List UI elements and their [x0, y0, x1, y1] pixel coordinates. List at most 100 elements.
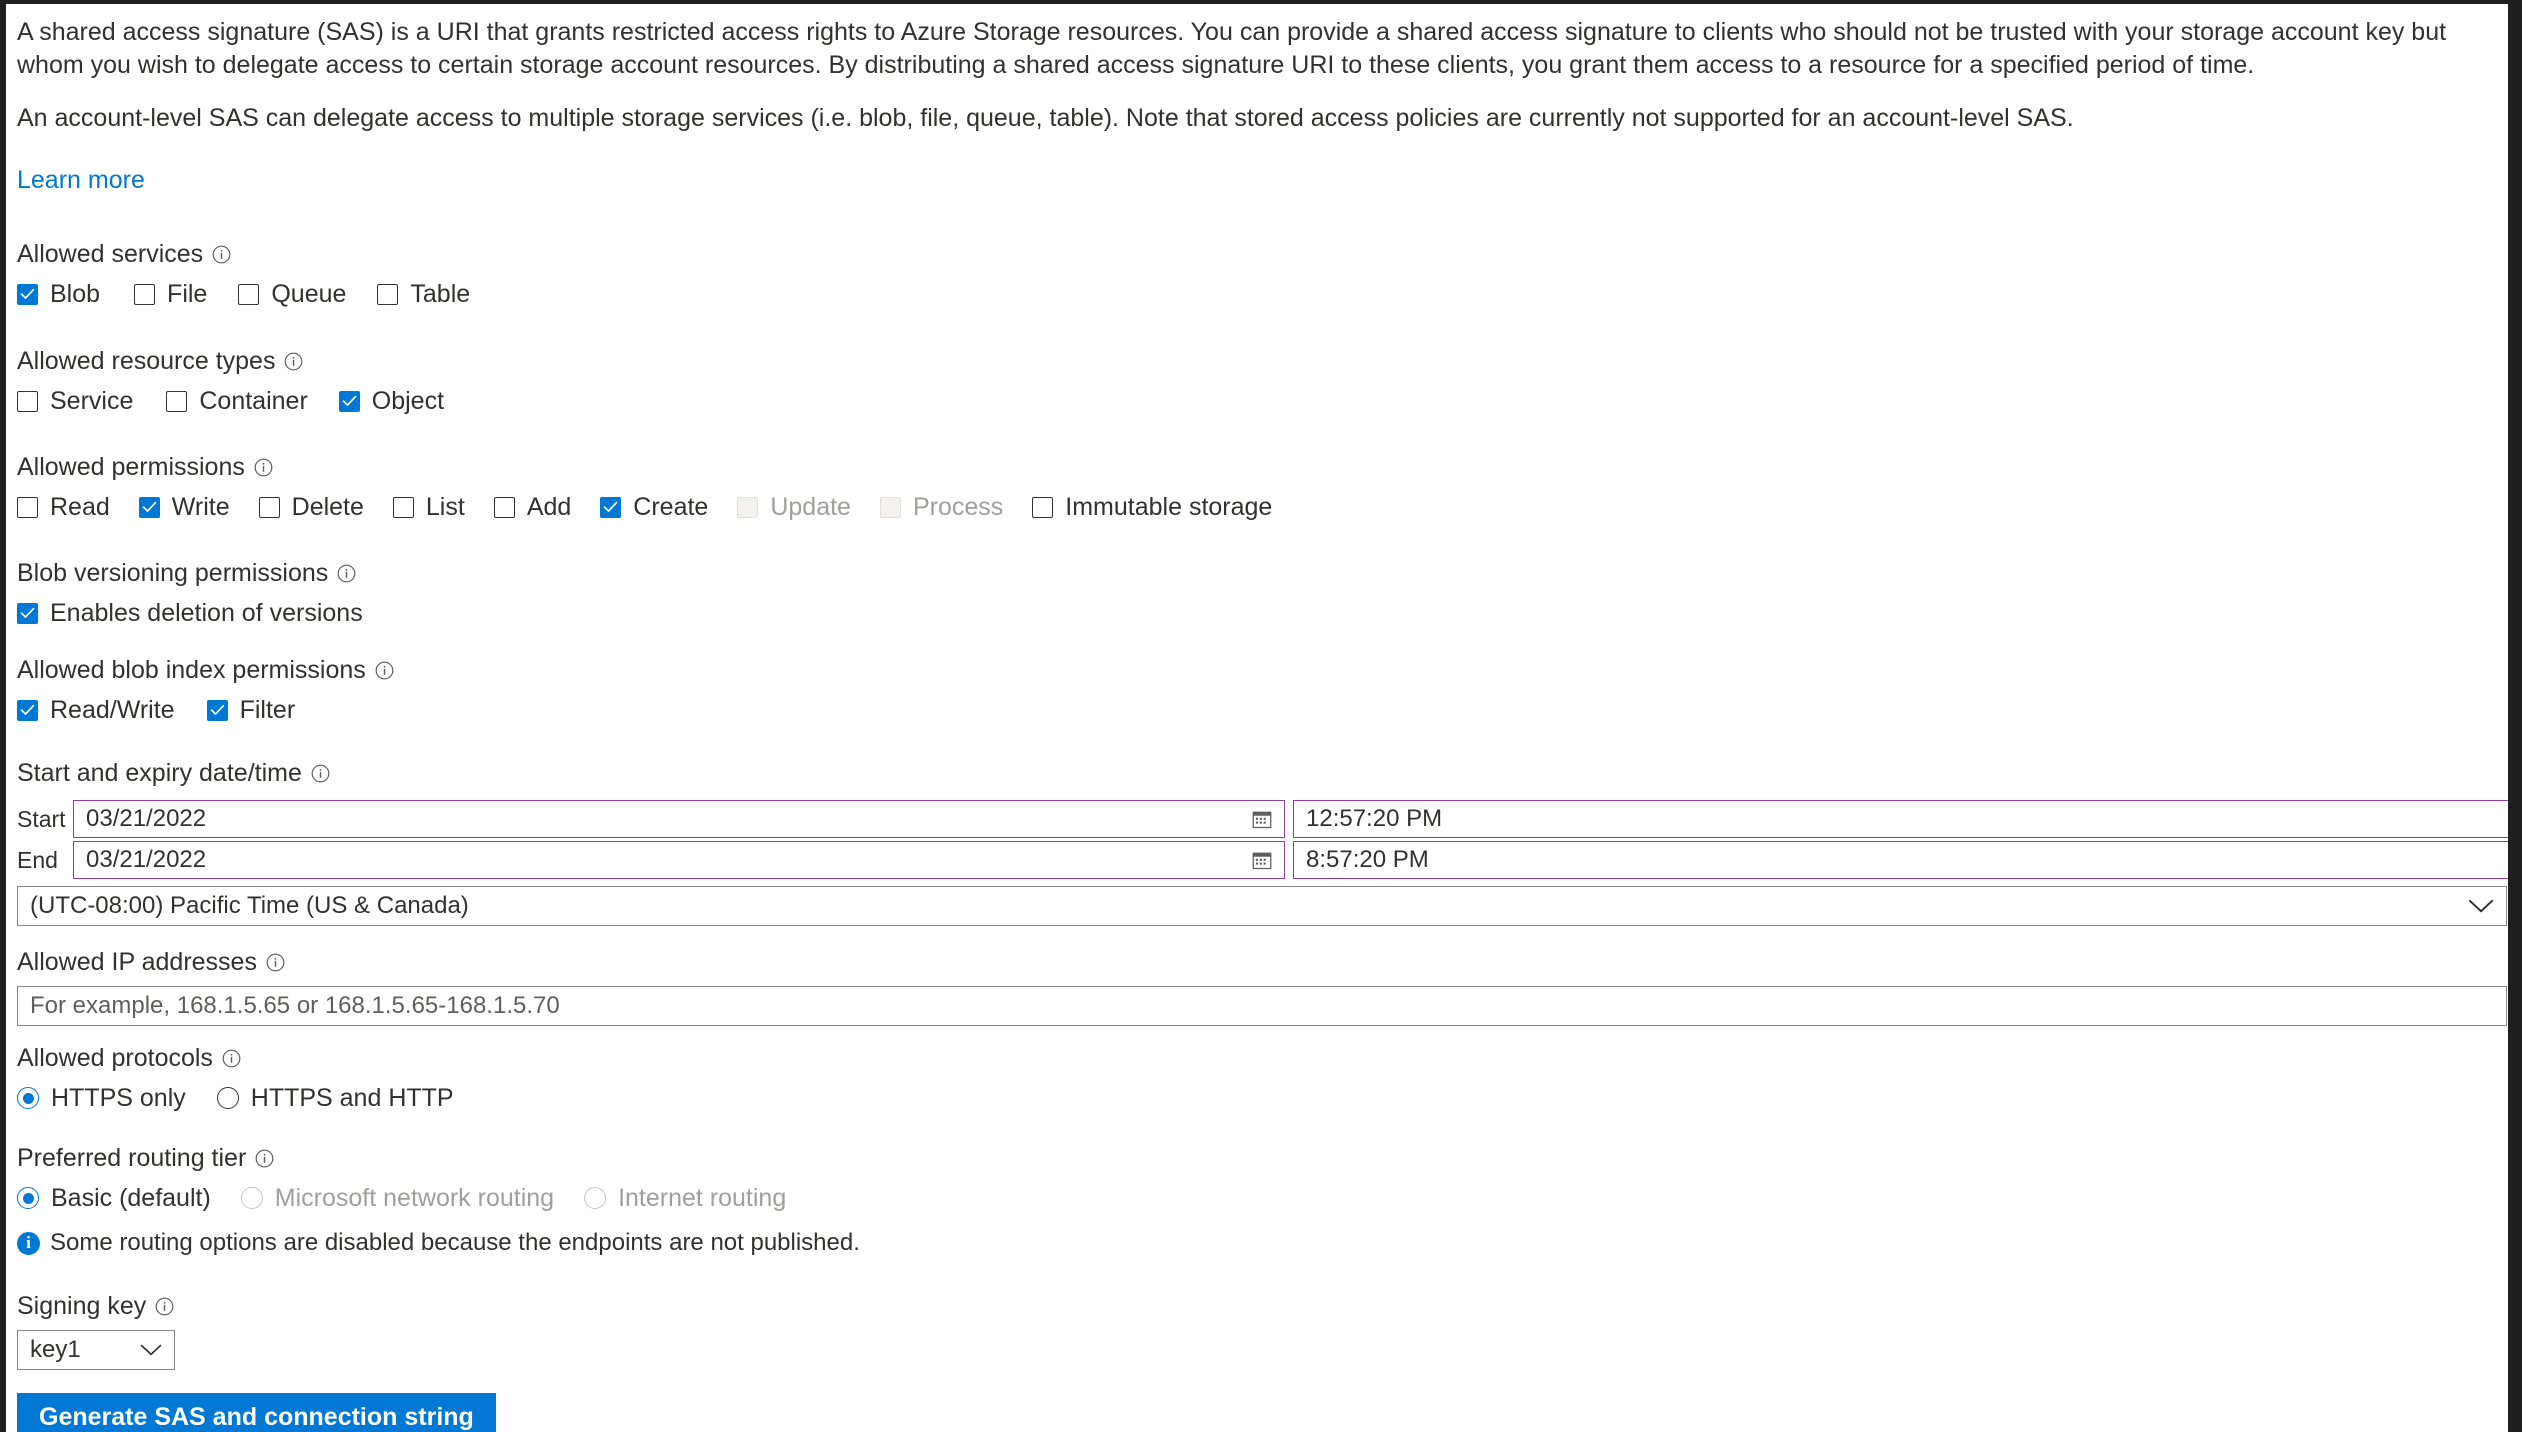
signing-key-value: key1: [30, 1336, 81, 1363]
checkbox-add[interactable]: Add: [493, 493, 572, 521]
checkbox-create-box[interactable]: [600, 496, 622, 518]
allowed-protocols-options: HTTPS only HTTPS and HTTP: [17, 1084, 454, 1112]
blob-versioning-permissions-options: Enables deletion of versions: [17, 599, 363, 627]
blob-versioning-permissions-label: Blob versioning permissions: [17, 559, 329, 587]
checkbox-object-box[interactable]: [338, 390, 360, 412]
signing-key-select[interactable]: key1: [17, 1330, 175, 1370]
checkbox-table-box[interactable]: [377, 283, 399, 305]
checkbox-service[interactable]: Service: [17, 387, 133, 415]
checkbox-immutable-storage[interactable]: Immutable storage: [1032, 493, 1272, 521]
start-time-input[interactable]: 12:57:20 PM: [1293, 800, 2508, 838]
learn-more-link[interactable]: Learn more: [17, 166, 145, 195]
checkbox-filter[interactable]: Filter: [206, 696, 296, 724]
end-date-input[interactable]: 03/21/2022: [73, 841, 1285, 879]
checkbox-create[interactable]: Create: [600, 493, 708, 521]
start-datetime-row: Start 03/21/2022 12:57:20 PM: [17, 799, 2508, 839]
checkbox-enables-deletion-of-versions[interactable]: Enables deletion of versions: [17, 599, 363, 627]
info-icon[interactable]: [266, 953, 285, 972]
info-icon[interactable]: [222, 1049, 241, 1068]
blob-versioning-permissions-label-row: Blob versioning permissions: [17, 559, 363, 587]
info-icon[interactable]: [337, 564, 356, 583]
allowed-protocols-section: Allowed protocols HTTPS only HTTPS and H…: [17, 1044, 454, 1112]
checkbox-immutable-storage-box[interactable]: [1032, 496, 1054, 518]
checkbox-read-write-box[interactable]: [17, 699, 38, 721]
chevron-down-icon: [2468, 898, 2494, 914]
checkbox-update-box: [737, 496, 759, 518]
info-icon[interactable]: [311, 764, 330, 783]
start-prefix-label: Start: [17, 805, 66, 832]
checkbox-service-box[interactable]: [17, 390, 38, 412]
allowed-ip-input[interactable]: For example, 168.1.5.65 or 168.1.5.65-16…: [17, 986, 2507, 1026]
info-icon[interactable]: [254, 458, 273, 477]
checkbox-queue[interactable]: Queue: [238, 280, 346, 308]
radio-https-and-http[interactable]: HTTPS and HTTP: [216, 1084, 454, 1112]
checkbox-read-label: Read: [50, 493, 110, 521]
info-icon[interactable]: [375, 661, 394, 680]
end-datetime-row: End 03/21/2022 8:57:20 PM: [17, 840, 2508, 880]
checkbox-delete-box[interactable]: [258, 496, 280, 518]
checkbox-delete[interactable]: Delete: [258, 493, 364, 521]
checkbox-queue-label: Queue: [271, 280, 347, 308]
checkbox-container[interactable]: Container: [166, 387, 308, 415]
radio-https-and-http-label: HTTPS and HTTP: [250, 1084, 454, 1112]
preferred-routing-tier-section: Preferred routing tier Basic (default) M…: [17, 1144, 860, 1257]
info-icon[interactable]: [284, 352, 303, 371]
checkbox-process: Process: [879, 493, 1003, 521]
calendar-icon[interactable]: [1251, 850, 1272, 871]
allowed-blob-index-permissions-label-row: Allowed blob index permissions: [17, 656, 394, 684]
checkbox-read[interactable]: Read: [17, 493, 110, 521]
checkbox-delete-label: Delete: [291, 493, 364, 521]
checkbox-add-label: Add: [526, 493, 572, 521]
allowed-resource-types-section: Allowed resource types Service Container: [17, 347, 444, 415]
checkbox-file[interactable]: File: [134, 280, 207, 308]
checkbox-filter-label: Filter: [239, 696, 296, 724]
checkbox-write-box[interactable]: [138, 496, 160, 518]
checkbox-blob[interactable]: Blob: [17, 280, 100, 308]
checkbox-add-box[interactable]: [493, 496, 515, 518]
end-prefix-label: End: [17, 846, 58, 873]
checkbox-write[interactable]: Write: [138, 493, 230, 521]
allowed-permissions-label-row: Allowed permissions: [17, 453, 1272, 481]
checkbox-object-label: Object: [371, 387, 445, 415]
allowed-ip-placeholder: For example, 168.1.5.65 or 168.1.5.65-16…: [30, 992, 560, 1019]
radio-https-only[interactable]: HTTPS only: [17, 1084, 186, 1112]
radio-microsoft-network-routing-button: [240, 1187, 263, 1209]
chevron-down-icon: [140, 1343, 162, 1357]
timezone-select[interactable]: (UTC-08:00) Pacific Time (US & Canada): [17, 886, 2507, 926]
checkbox-read-box[interactable]: [17, 496, 38, 518]
checkbox-container-box[interactable]: [166, 390, 188, 412]
checkbox-queue-box[interactable]: [238, 283, 260, 305]
info-icon[interactable]: [212, 245, 231, 264]
info-icon[interactable]: [255, 1149, 274, 1168]
radio-basic-default[interactable]: Basic (default): [17, 1184, 211, 1212]
radio-microsoft-network-routing-label: Microsoft network routing: [274, 1184, 555, 1212]
calendar-icon[interactable]: [1251, 809, 1272, 830]
allowed-resource-types-label-row: Allowed resource types: [17, 347, 444, 375]
checkbox-filter-box[interactable]: [206, 699, 228, 721]
checkbox-object[interactable]: Object: [338, 387, 445, 415]
end-time-input[interactable]: 8:57:20 PM: [1293, 841, 2508, 879]
preferred-routing-tier-options: Basic (default) Microsoft network routin…: [17, 1184, 860, 1212]
checkbox-file-box[interactable]: [134, 283, 156, 305]
radio-https-only-button[interactable]: [17, 1087, 39, 1109]
radio-internet-routing-label: Internet routing: [618, 1184, 787, 1212]
radio-basic-default-button[interactable]: [17, 1187, 39, 1209]
checkbox-immutable-storage-label: Immutable storage: [1065, 493, 1273, 521]
checkbox-table[interactable]: Table: [377, 280, 470, 308]
start-date-input[interactable]: 03/21/2022: [73, 800, 1285, 838]
radio-basic-default-label: Basic (default): [51, 1184, 211, 1212]
checkbox-read-write[interactable]: Read/Write: [17, 696, 175, 724]
radio-https-and-http-button[interactable]: [216, 1087, 239, 1109]
checkbox-blob-box[interactable]: [17, 283, 38, 305]
allowed-services-label: Allowed services: [17, 240, 204, 268]
sas-configuration-panel: A shared access signature (SAS) is a URI…: [0, 0, 2522, 1432]
generate-sas-button[interactable]: Generate SAS and connection string: [17, 1393, 496, 1432]
allowed-services-options: Blob File Queue Table: [17, 280, 470, 308]
info-icon[interactable]: [155, 1297, 174, 1316]
allowed-resource-types-options: Service Container Object: [17, 387, 444, 415]
checkbox-enables-deletion-of-versions-box[interactable]: [17, 602, 38, 624]
checkbox-list[interactable]: List: [392, 493, 465, 521]
checkbox-list-box[interactable]: [392, 496, 414, 518]
start-expiry-label-row: Start and expiry date/time: [17, 759, 2508, 787]
start-expiry-section: Start and expiry date/time Start 03/21/2…: [17, 759, 2508, 926]
